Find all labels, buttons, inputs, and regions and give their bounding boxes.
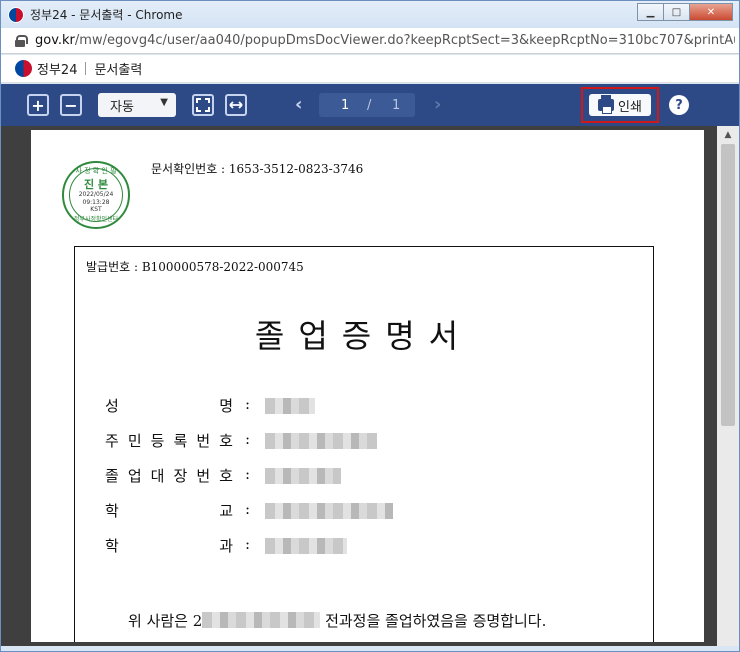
gov-logo-icon	[15, 60, 32, 77]
print-button[interactable]: 인쇄	[589, 94, 651, 116]
authenticity-seal: 사 정 확 인 필 진 본 2022/05/24 09:13:28 KST 정부…	[62, 161, 130, 229]
fit-width-icon	[229, 101, 243, 109]
page-separator: /	[367, 97, 372, 113]
zoom-out-button[interactable]: −	[60, 94, 82, 116]
redacted-value	[265, 468, 341, 484]
current-page-input[interactable]: 1	[341, 98, 349, 113]
document-viewer[interactable]: 사 정 확 인 필 진 본 2022/05/24 09:13:28 KST 정부…	[1, 126, 739, 646]
page-indicator: 1 / 1	[319, 93, 415, 117]
page-title: 문서출력	[94, 63, 143, 78]
url-host: gov.kr	[35, 33, 75, 48]
seal-date: 2022/05/24	[78, 191, 114, 198]
print-highlight-box: 인쇄	[581, 87, 659, 123]
zoom-value: 자동	[110, 99, 134, 115]
viewer-toolbar: + − 자동 ▼ ‹ 1 / 1 › 인쇄 ?	[1, 84, 739, 126]
redacted-value	[265, 538, 347, 554]
minimize-button[interactable]: ▁	[637, 3, 663, 21]
lock-icon	[15, 34, 28, 47]
issue-number: 발급번호 : B100000578-2022-000745	[86, 260, 304, 274]
maximize-button[interactable]: □	[663, 3, 689, 21]
redacted-value	[265, 398, 315, 414]
close-button[interactable]: ✕	[689, 3, 733, 21]
redacted-value	[265, 503, 393, 519]
window-title: 정부24 - 문서출력 - Chrome	[30, 8, 183, 22]
url-text[interactable]: gov.kr/mw/egovg4c/user/aa040/popupDmsDoc…	[35, 33, 735, 48]
seal-bottom-text: 정부사정확인센터	[73, 216, 119, 223]
browser-window: 정부24 - 문서출력 - Chrome ▁ □ ✕ gov.kr/mw/ego…	[0, 0, 740, 652]
fit-page-icon	[196, 98, 210, 112]
document-confirm-number: 문서확인번호 : 1653-3512-0823-3746	[151, 162, 364, 176]
document-page: 사 정 확 인 필 진 본 2022/05/24 09:13:28 KST 정부…	[31, 130, 704, 642]
site-name: 정부24	[37, 63, 78, 78]
site-header: 정부24 문서출력	[1, 55, 739, 83]
zoom-select[interactable]: 자동 ▼	[98, 93, 176, 117]
url-path: /mw/egovg4c/user/aa040/popupDmsDocViewer…	[74, 33, 735, 48]
address-bar[interactable]: gov.kr/mw/egovg4c/user/aa040/popupDmsDoc…	[1, 28, 739, 54]
scrollbar-thumb[interactable]	[721, 144, 735, 426]
certificate-title: 졸업증명서	[254, 317, 473, 355]
window-controls: ▁ □ ✕	[637, 3, 733, 21]
redacted-value	[202, 612, 321, 628]
total-pages: 1	[392, 97, 401, 113]
seal-time: 09:13:28	[82, 199, 110, 206]
prev-page-button[interactable]: ‹	[295, 94, 302, 115]
gov-logo-icon	[8, 6, 24, 23]
header-divider	[85, 62, 87, 75]
printer-icon	[598, 95, 615, 114]
help-button[interactable]: ?	[669, 95, 689, 115]
scroll-up-icon[interactable]: ▲	[717, 126, 739, 143]
seal-center-text: 진 본	[83, 178, 109, 191]
seal-top-text: 사 정 확 인 필	[75, 167, 117, 175]
fit-width-button[interactable]	[225, 94, 247, 116]
print-label: 인쇄	[618, 99, 642, 115]
certification-statement: 위 사람은 2 전과정을 졸업하였음을 증명합니다.	[128, 612, 547, 630]
vertical-scrollbar[interactable]: ▲	[717, 126, 739, 646]
zoom-in-button[interactable]: +	[27, 94, 49, 116]
next-page-button[interactable]: ›	[434, 94, 441, 115]
title-bar: 정부24 - 문서출력 - Chrome ▁ □ ✕	[1, 1, 739, 28]
seal-tz: KST	[90, 206, 102, 213]
fit-page-button[interactable]	[192, 94, 214, 116]
certificate-frame: 발급번호 : B100000578-2022-000745 졸업증명서 성 명 …	[74, 246, 654, 642]
redacted-value	[265, 433, 377, 449]
chevron-down-icon: ▼	[160, 97, 168, 108]
